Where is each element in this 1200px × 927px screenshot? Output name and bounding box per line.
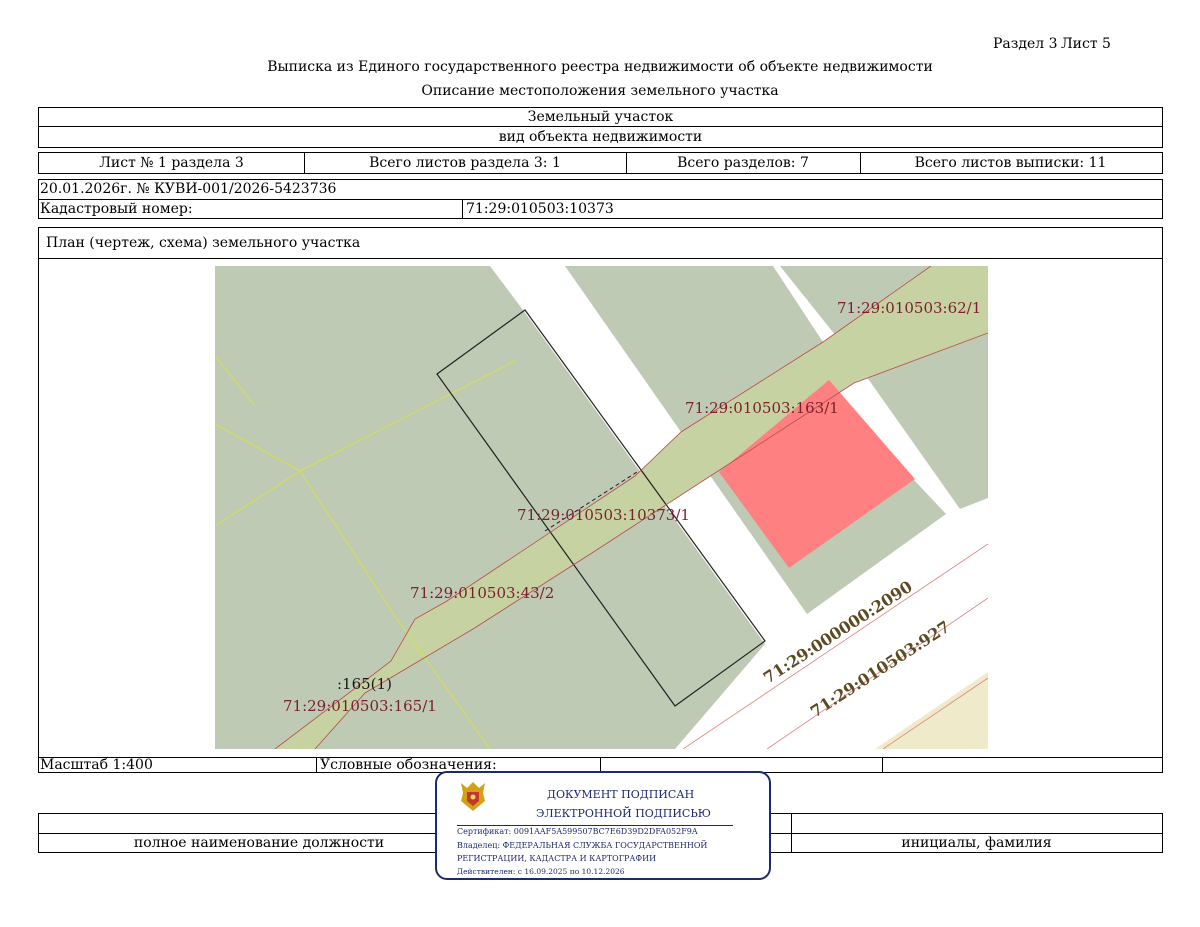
cadastral-value: 71:29:010503:10373 [466, 201, 614, 217]
plan-title: План (чертеж, схема) земельного участка [46, 235, 361, 251]
label-165-short: :165(1) [337, 675, 392, 693]
sheet-number: Лист № 1 раздела 3 [99, 155, 244, 171]
divider [462, 199, 463, 218]
document-subtitle: Описание местоположения земельного участ… [421, 83, 779, 99]
total-section-sheets: Всего листов раздела 3: 1 [369, 155, 561, 171]
section-label: Раздел 3 [993, 36, 1058, 52]
object-name: Земельный участок [527, 109, 674, 125]
e-signature-stamp: ДОКУМЕНТ ПОДПИСАН ЭЛЕКТРОННОЙ ПОДПИСЬЮ С… [435, 771, 771, 880]
total-extract-sheets: Всего листов выписки: 11 [914, 155, 1107, 171]
object-kind-caption: вид объекта недвижимости [498, 129, 703, 145]
name-caption: инициалы, фамилия [901, 835, 1052, 851]
divider [39, 126, 1162, 127]
stamp-line-1: ДОКУМЕНТ ПОДПИСАН [547, 788, 695, 801]
label-10373-1: 71:29:010503:10373/1 [517, 506, 690, 524]
date-number: 20.01.2026г. № КУВИ-001/2026-5423736 [40, 181, 337, 197]
document-title: Выписка из Единого государственного реес… [267, 59, 933, 75]
scale-label: Масштаб 1:400 [40, 757, 153, 773]
object-type-table: Земельный участок вид объекта недвижимос… [38, 107, 1163, 148]
divider [882, 758, 883, 772]
position-caption: полное наименование должности [133, 835, 385, 851]
divider [316, 758, 317, 772]
stamp-owner-1: Владелец: ФЕДЕРАЛЬНАЯ СЛУЖБА ГОСУДАРСТВЕ… [457, 841, 708, 850]
label-43-2: 71:29:010503:43/2 [410, 584, 554, 602]
label-165-1: 71:29:010503:165/1 [283, 697, 437, 715]
stamp-divider [457, 825, 733, 826]
cadastral-map: 71:29:010503:62/1 71:29:010503:163/1 71:… [215, 266, 988, 749]
stamp-line-2: ЭЛЕКТРОННОЙ ПОДПИСЬЮ [536, 807, 711, 820]
label-163-1: 71:29:010503:163/1 [685, 399, 839, 417]
sheet-label: Лист 5 [1061, 36, 1111, 52]
doc-info-table: 20.01.2026г. № КУВИ-001/2026-5423736 Кад… [38, 179, 1163, 219]
stamp-owner-2: РЕГИСТРАЦИИ, КАДАСТРА И КАРТОГРАФИИ [457, 854, 657, 863]
cadastral-label: Кадастровый номер: [40, 201, 193, 217]
emblem-icon [461, 782, 485, 811]
total-sections: Всего разделов: 7 [677, 155, 809, 171]
stamp-certificate: Сертификат: 0091AAF5A599507BC7E6D39D2DFA… [457, 827, 698, 836]
divider [39, 258, 1162, 259]
sheets-row: Лист № 1 раздела 3 Всего листов раздела … [38, 152, 1163, 174]
label-62-1: 71:29:010503:62/1 [837, 299, 981, 317]
divider [600, 758, 601, 772]
stamp-validity: Действителен: с 16.09.2025 по 10.12.2026 [457, 867, 625, 876]
